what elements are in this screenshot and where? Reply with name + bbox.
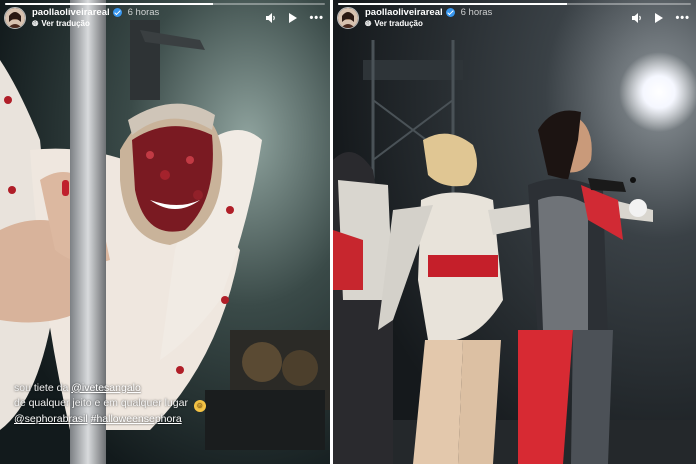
mention-sephorabrasil[interactable]: @sephorabrasil xyxy=(14,413,88,425)
story-progress-fill xyxy=(338,3,568,5)
translate-label: Ver tradução xyxy=(374,19,423,29)
story-meta: paollaoliveirareal 6 horas 🌐︎ Ver traduç… xyxy=(32,8,159,29)
caption-line-2: de qualquer jeito e em qualquer lugar ☺︎ xyxy=(14,396,206,413)
story-caption: sou tiete da @ivetesangalo de qualquer j… xyxy=(14,381,206,429)
grinning-emoji-icon: ☺︎ xyxy=(193,400,206,413)
story-right[interactable]: paollaoliveirareal 6 horas 🌐︎ Ver traduç… xyxy=(333,0,696,464)
timestamp: 6 horas xyxy=(460,6,493,18)
username[interactable]: paollaoliveirareal xyxy=(32,8,110,18)
play-icon[interactable] xyxy=(289,13,298,23)
avatar[interactable] xyxy=(337,7,359,29)
play-icon[interactable] xyxy=(655,13,664,23)
story-progress-bar xyxy=(338,3,691,5)
verified-badge-icon xyxy=(112,8,122,17)
username[interactable]: paollaoliveirareal xyxy=(365,8,443,18)
translate-link[interactable]: 🌐︎ Ver tradução xyxy=(32,20,159,28)
story-progress-bar xyxy=(5,3,325,5)
verified-badge-icon xyxy=(445,8,455,17)
story-controls: ••• xyxy=(632,12,690,24)
avatar[interactable] xyxy=(4,7,26,29)
volume-icon[interactable] xyxy=(266,13,277,23)
hashtag-halloweensephora[interactable]: #halloweensephora xyxy=(91,413,182,425)
translate-icon: 🌐︎ xyxy=(365,19,372,29)
story-meta: paollaoliveirareal 6 horas 🌐︎ Ver traduç… xyxy=(365,8,492,29)
caption-text: sou tiete da xyxy=(14,381,69,394)
story-comparison: paollaoliveirareal 6 horas 🌐︎ Ver traduç… xyxy=(0,0,696,464)
translate-label: Ver tradução xyxy=(41,19,90,29)
story-header: paollaoliveirareal 6 horas 🌐︎ Ver traduç… xyxy=(4,7,324,29)
caption-line-1: sou tiete da @ivetesangalo xyxy=(14,381,206,397)
translate-link[interactable]: 🌐︎ Ver tradução xyxy=(365,20,492,28)
more-options-icon[interactable]: ••• xyxy=(675,12,690,24)
mention-ivetesangalo[interactable]: @ivetesangalo xyxy=(71,382,141,394)
story-photo-stage xyxy=(333,0,696,464)
caption-line-3: @sephorabrasil #halloweensephora xyxy=(14,412,206,428)
story-controls: ••• xyxy=(266,12,324,24)
caption-text-2: de qualquer jeito e em qualquer lugar xyxy=(14,397,188,410)
story-header: paollaoliveirareal 6 horas 🌐︎ Ver traduç… xyxy=(337,7,690,29)
timestamp: 6 horas xyxy=(127,6,160,18)
story-left[interactable]: paollaoliveirareal 6 horas 🌐︎ Ver traduç… xyxy=(0,0,330,464)
more-options-icon[interactable]: ••• xyxy=(309,12,324,24)
story-progress-fill xyxy=(5,3,213,5)
translate-icon: 🌐︎ xyxy=(32,19,39,29)
volume-icon[interactable] xyxy=(632,13,643,23)
